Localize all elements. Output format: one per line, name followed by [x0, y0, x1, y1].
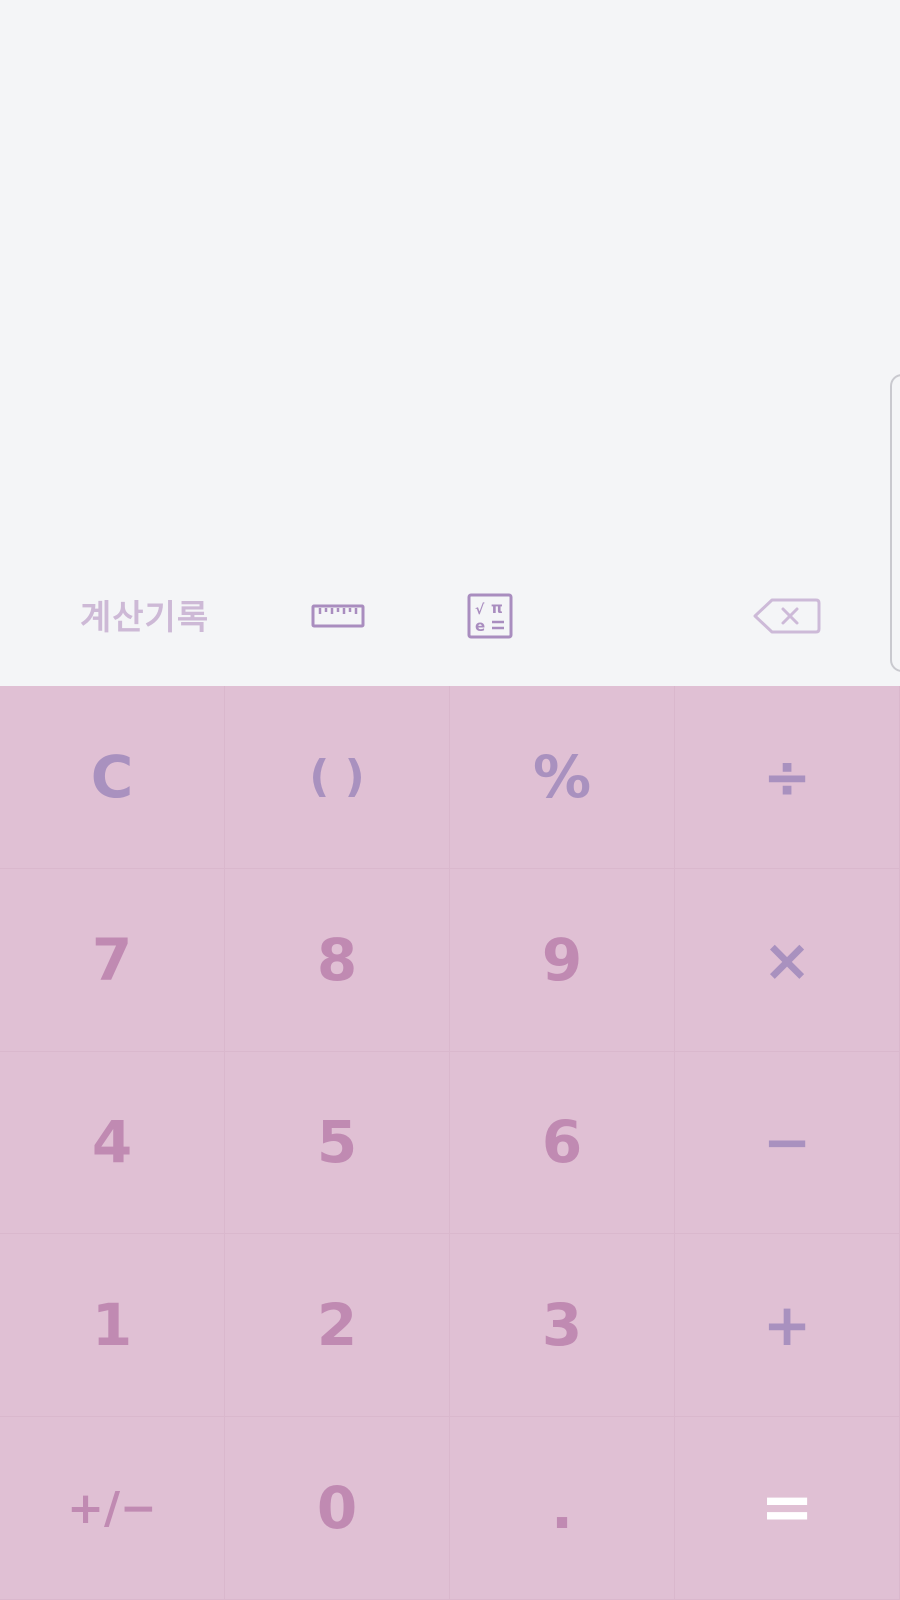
divide-button[interactable]: ÷: [675, 686, 900, 869]
digit-6-button[interactable]: 6: [450, 1051, 675, 1235]
divide-label: ÷: [762, 742, 812, 811]
digit-3-button[interactable]: 3: [450, 1234, 675, 1418]
clear-label: C: [90, 742, 134, 811]
minus-button[interactable]: −: [675, 1051, 900, 1235]
history-button[interactable]: 계산기록: [80, 594, 209, 642]
svg-text:√: √: [475, 602, 485, 618]
digit-1-button[interactable]: 1: [0, 1234, 225, 1418]
plus-button[interactable]: +: [675, 1234, 900, 1418]
digit-2-button[interactable]: 2: [225, 1234, 450, 1418]
parentheses-button[interactable]: ( ): [225, 686, 450, 869]
parentheses-label: ( ): [309, 751, 365, 803]
svg-text:π: π: [491, 599, 503, 617]
equals-button[interactable]: =: [675, 1417, 900, 1600]
digit-5-button[interactable]: 5: [225, 1051, 450, 1235]
percent-label: %: [532, 742, 592, 811]
scientific-mode-icon[interactable]: √ π e: [466, 592, 514, 640]
digit-4-button[interactable]: 4: [0, 1051, 225, 1235]
decimal-label: .: [550, 1474, 574, 1543]
digit-9-button[interactable]: 9: [450, 868, 675, 1052]
calculator-toolbar: 계산기록 √ π e: [0, 586, 900, 650]
decimal-button[interactable]: .: [450, 1417, 675, 1600]
clear-button[interactable]: C: [0, 686, 225, 869]
svg-text:e: e: [475, 617, 485, 635]
percent-button[interactable]: %: [450, 686, 675, 869]
equals-label: =: [760, 1471, 814, 1546]
backspace-icon[interactable]: [752, 596, 822, 636]
keypad: C ( ) % ÷ 7 8 9 × 4 5 6 − 1 2 3 + +/− 0 …: [0, 686, 900, 1600]
digit-4-label: 4: [91, 1108, 133, 1177]
plus-label: +: [762, 1291, 812, 1360]
digit-7-label: 7: [91, 925, 133, 994]
digit-9-label: 9: [541, 925, 583, 994]
multiply-label: ×: [762, 925, 812, 994]
digit-7-button[interactable]: 7: [0, 868, 225, 1052]
digit-5-label: 5: [316, 1108, 358, 1177]
minus-label: −: [762, 1108, 812, 1177]
multiply-button[interactable]: ×: [675, 868, 900, 1052]
digit-8-button[interactable]: 8: [225, 868, 450, 1052]
digit-3-label: 3: [541, 1291, 583, 1360]
ruler-icon[interactable]: [310, 596, 366, 636]
digit-0-button[interactable]: 0: [225, 1417, 450, 1600]
digit-1-label: 1: [91, 1291, 133, 1360]
calculator-display: [0, 0, 900, 686]
digit-2-label: 2: [316, 1291, 358, 1360]
digit-0-label: 0: [316, 1474, 358, 1543]
digit-6-label: 6: [541, 1108, 583, 1177]
sign-toggle-label: +/−: [67, 1482, 157, 1534]
digit-8-label: 8: [316, 925, 358, 994]
sign-toggle-button[interactable]: +/−: [0, 1417, 225, 1600]
